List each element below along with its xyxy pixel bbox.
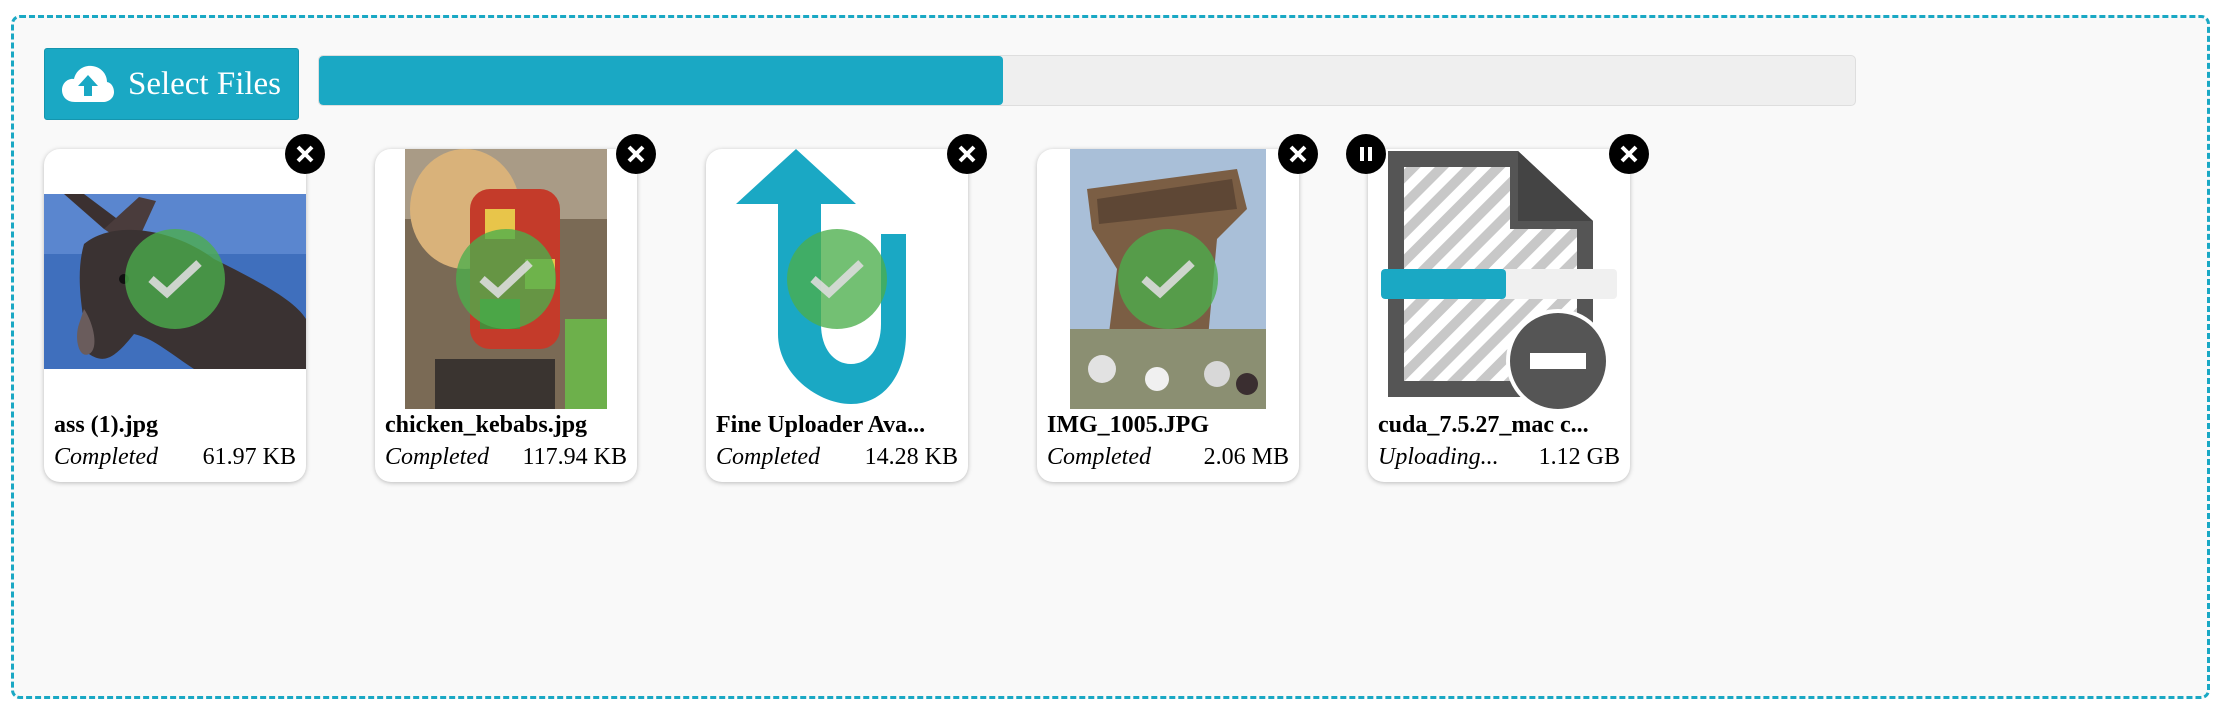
close-icon xyxy=(627,145,645,163)
file-name: Fine Uploader Ava... xyxy=(716,412,926,438)
file-status: Completed xyxy=(1047,444,1151,470)
delete-file-button[interactable] xyxy=(1609,134,1649,174)
file-size: 61.97 KB xyxy=(202,444,296,470)
cloud-upload-icon xyxy=(61,65,114,102)
completed-check-icon xyxy=(125,229,225,329)
close-icon xyxy=(1289,145,1307,163)
file-status: Completed xyxy=(54,444,158,470)
completed-check-icon xyxy=(787,229,887,329)
close-icon xyxy=(958,145,976,163)
file-progress-fill xyxy=(1381,269,1507,299)
pause-file-button[interactable] xyxy=(1346,134,1386,174)
file-thumbnail xyxy=(44,149,306,409)
file-progress-bar xyxy=(1381,269,1617,299)
pause-icon xyxy=(1360,147,1372,161)
delete-file-button[interactable] xyxy=(616,134,656,174)
file-card: chicken_kebabs.jpg Completed 117.94 KB xyxy=(375,149,637,482)
completed-check-icon xyxy=(456,229,556,329)
file-thumbnail xyxy=(375,149,637,409)
total-progress-fill xyxy=(319,56,1003,105)
file-status: Completed xyxy=(716,444,820,470)
file-size: 2.06 MB xyxy=(1203,444,1289,470)
total-progress-bar xyxy=(318,55,1856,106)
file-thumbnail xyxy=(1368,149,1630,409)
file-size: 14.28 KB xyxy=(864,444,958,470)
close-icon xyxy=(1620,145,1638,163)
close-icon xyxy=(296,145,314,163)
file-card: ass (1).jpg Completed 61.97 KB xyxy=(44,149,306,482)
file-name: chicken_kebabs.jpg xyxy=(385,412,588,438)
file-name: ass (1).jpg xyxy=(54,412,159,438)
select-files-label: Select Files xyxy=(127,65,282,102)
file-size: 117.94 KB xyxy=(522,444,627,470)
file-status: Completed xyxy=(385,444,489,470)
select-files-button[interactable]: Select Files xyxy=(44,48,299,120)
file-thumbnail xyxy=(1037,149,1299,409)
file-card: cuda_7.5.27_mac c... Uploading... 1.12 G… xyxy=(1368,149,1630,482)
file-card: IMG_1005.JPG Completed 2.06 MB xyxy=(1037,149,1299,482)
file-name: IMG_1005.JPG xyxy=(1047,412,1209,438)
delete-file-button[interactable] xyxy=(1278,134,1318,174)
delete-file-button[interactable] xyxy=(947,134,987,174)
remove-circle-icon xyxy=(1506,309,1610,409)
file-card: Fine Uploader Ava... Completed 14.28 KB xyxy=(706,149,968,482)
file-status: Uploading... xyxy=(1378,444,1499,470)
delete-file-button[interactable] xyxy=(285,134,325,174)
file-thumbnail xyxy=(706,149,968,409)
file-size: 1.12 GB xyxy=(1538,444,1620,470)
completed-check-icon xyxy=(1118,229,1218,329)
file-name: cuda_7.5.27_mac c... xyxy=(1378,412,1589,438)
